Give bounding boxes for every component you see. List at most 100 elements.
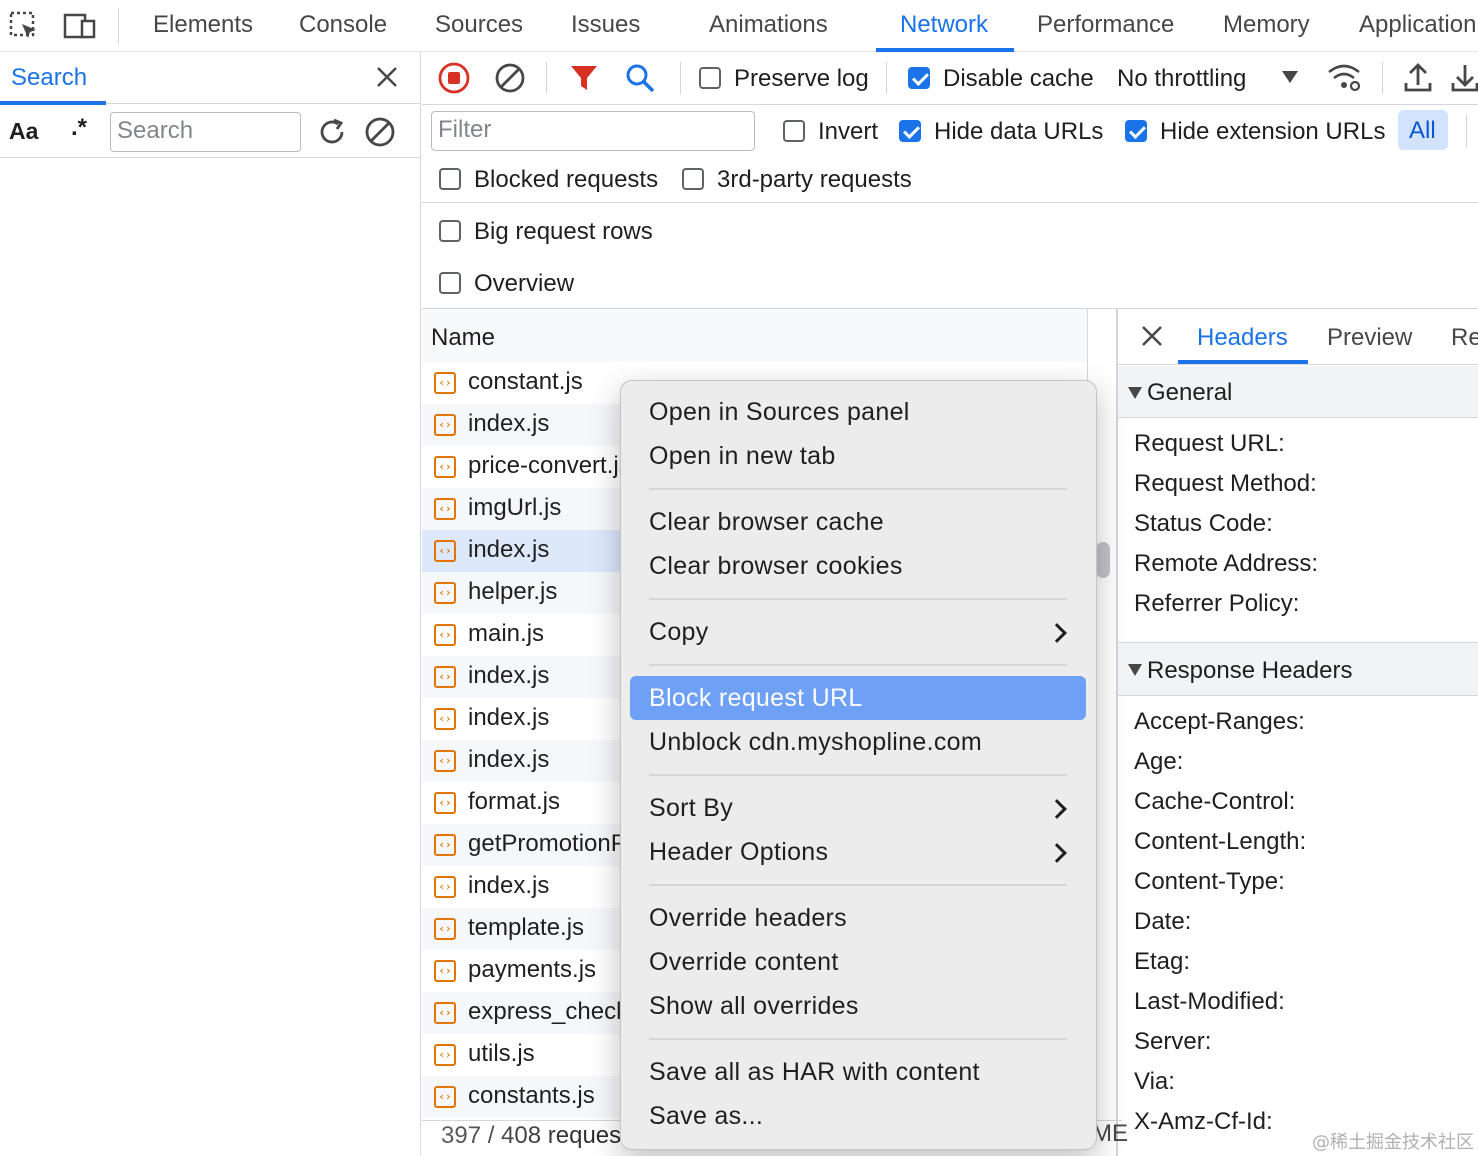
menu-separator [649,1038,1067,1040]
menu-clear-cookies[interactable]: Clear browser cookies [649,552,903,581]
menu-separator [649,488,1067,490]
preserve-log-label: Preserve log [734,65,869,92]
request-name: index.js [468,536,550,563]
search-panel [0,52,421,1156]
menu-open-new-tab[interactable]: Open in new tab [649,442,836,471]
third-party-checkbox[interactable] [682,168,704,190]
menu-sort-by[interactable]: Sort By [649,794,733,823]
menu-block-request-url[interactable]: Block request URL [649,684,863,713]
match-case-button[interactable]: Aa [9,118,38,145]
export-har-icon[interactable] [1450,61,1478,93]
menu-save-har[interactable]: Save all as HAR with content [649,1058,980,1087]
tab-animations[interactable]: Animations [709,0,828,52]
tab-issues[interactable]: Issues [571,0,640,52]
triangle-down-icon [1128,663,1142,676]
tab-sources[interactable]: Sources [435,0,523,52]
menu-unblock-domain[interactable]: Unblock cdn.myshopline.com [649,728,982,757]
request-count-status: 397 / 408 requests [441,1122,640,1149]
invert-checkbox[interactable] [783,120,805,142]
filter-icon[interactable] [568,63,600,93]
filter-input[interactable]: Filter [431,111,755,151]
request-name: index.js [468,410,550,437]
menu-separator [649,884,1067,886]
import-har-icon[interactable] [1403,61,1433,93]
tab-application[interactable]: Application [1359,0,1476,52]
throttling-select[interactable]: No throttling [1117,65,1246,93]
big-request-rows-checkbox[interactable] [439,220,461,242]
script-file-icon: ‹› [434,750,456,772]
clear-log-icon[interactable] [493,61,527,95]
triangle-down-icon [1128,386,1142,399]
menu-open-in-sources[interactable]: Open in Sources panel [649,398,910,427]
script-file-icon: ‹› [434,876,456,898]
response-header-label: Etag: [1134,948,1191,975]
menu-override-headers[interactable]: Override headers [649,904,847,933]
dropdown-arrow-icon[interactable] [1281,70,1299,84]
clear-search-icon[interactable] [364,116,396,148]
close-details-icon[interactable] [1140,324,1164,348]
request-name: index.js [468,662,550,689]
watermark: @稀土掘金技术社区 [1312,1132,1474,1153]
close-icon[interactable] [374,64,400,90]
inspect-element-icon[interactable] [8,10,40,42]
regex-button[interactable]: .* [71,114,87,142]
hide-extension-urls-checkbox[interactable] [1125,120,1147,142]
overview-checkbox[interactable] [439,272,461,294]
script-file-icon: ‹› [434,918,456,940]
details-tab-indicator [1178,360,1308,364]
tab-console[interactable]: Console [299,0,387,52]
general-field-label: Remote Address: [1134,550,1319,577]
menu-header-options[interactable]: Header Options [649,838,828,867]
tab-preview[interactable]: Preview [1327,324,1412,352]
details-tab-bar [1118,309,1478,365]
script-file-icon: ‹› [434,666,456,688]
request-name: payments.js [468,956,597,983]
menu-override-content[interactable]: Override content [649,948,839,977]
search-icon[interactable] [624,62,656,94]
tab-performance[interactable]: Performance [1037,0,1174,52]
hide-data-urls-checkbox[interactable] [899,120,921,142]
script-file-icon: ‹› [434,1002,456,1024]
network-conditions-icon[interactable] [1326,62,1364,94]
menu-clear-cache[interactable]: Clear browser cache [649,508,884,537]
filter-input-placeholder: Filter [438,116,492,143]
blocked-requests-checkbox[interactable] [439,168,461,190]
type-filter-all[interactable]: All [1398,110,1448,150]
search-panel-title[interactable]: Search [11,64,87,92]
response-header-label: Cache-Control: [1134,788,1296,815]
script-file-icon: ‹› [434,708,456,730]
request-name: utils.js [468,1040,535,1067]
preserve-log-checkbox[interactable] [699,67,721,89]
general-field-label: Request URL: [1134,430,1285,457]
menu-copy[interactable]: Copy [649,618,709,647]
column-header-name[interactable]: Name [431,324,495,352]
response-header-label: X-Amz-Cf-Id: [1134,1108,1273,1135]
request-list-scrollbar[interactable] [1096,542,1110,578]
panel-splitter[interactable] [1116,309,1118,1156]
menu-show-all-overrides[interactable]: Show all overrides [649,992,859,1021]
response-header-label: Last-Modified: [1134,988,1285,1015]
refresh-icon[interactable] [316,116,348,148]
script-file-icon: ‹› [434,834,456,856]
disable-cache-label: Disable cache [943,65,1094,92]
disable-cache-checkbox[interactable] [908,67,930,89]
tab-response[interactable]: Re [1451,324,1478,352]
search-input[interactable]: Search [110,112,301,152]
response-header-label: Server: [1134,1028,1212,1055]
script-file-icon: ‹› [434,960,456,982]
hide-extension-urls-label: Hide extension URLs [1160,118,1386,145]
menu-save-as[interactable]: Save as... [649,1102,763,1131]
tab-network[interactable]: Network [900,0,988,52]
stop-recording-icon[interactable] [437,61,471,95]
script-file-icon: ‹› [434,1044,456,1066]
request-name: template.js [468,914,585,941]
request-table-header [422,309,1088,363]
tab-elements[interactable]: Elements [153,0,253,52]
device-toolbar-icon[interactable] [62,10,98,42]
big-request-rows-label: Big request rows [474,218,653,245]
response-header-label: Content-Type: [1134,868,1285,895]
request-name: imgUrl.js [468,494,562,521]
tab-memory[interactable]: Memory [1223,0,1310,52]
tab-headers[interactable]: Headers [1197,324,1288,352]
context-menu [620,380,1097,1150]
